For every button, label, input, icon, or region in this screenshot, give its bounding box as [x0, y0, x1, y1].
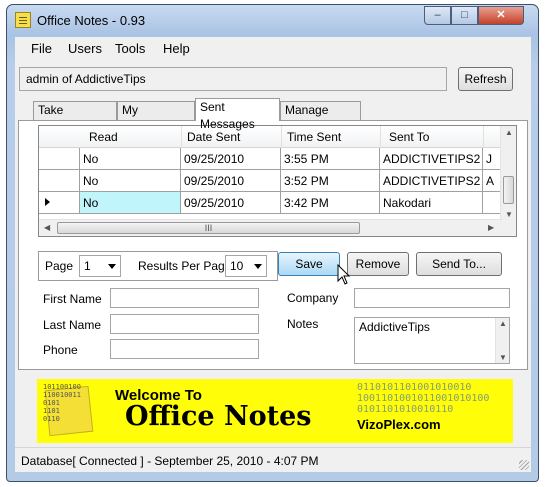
- phone-label: Phone: [43, 343, 78, 357]
- minimize-button[interactable]: –: [424, 6, 451, 25]
- page-select[interactable]: 1: [79, 255, 121, 277]
- phone-field[interactable]: [110, 339, 259, 359]
- last-name-label: Last Name: [43, 318, 102, 332]
- cell-date[interactable]: 09/25/2010: [181, 148, 281, 170]
- scroll-up-icon[interactable]: ▲: [505, 128, 513, 137]
- column-read[interactable]: Read: [89, 130, 118, 144]
- cell-date[interactable]: 09/25/2010: [181, 170, 281, 192]
- tab-manage-users[interactable]: Manage Users: [280, 101, 361, 134]
- menu-tools[interactable]: Tools: [115, 41, 145, 56]
- current-user-field: admin of AddictiveTips: [19, 67, 447, 91]
- table-row[interactable]: No 09/25/2010 3:55 PM ADDICTIVETIPS2 J: [39, 148, 503, 170]
- client-area: File Users Tools Help admin of Addictive…: [15, 37, 531, 472]
- status-bar: Database[ Connected ] - September 25, 20…: [15, 447, 531, 472]
- banner-binary-text: 101100100 110010011 0101 1101 0110: [43, 383, 81, 423]
- menu-bar: File Users Tools Help: [15, 37, 531, 59]
- mouse-pointer-icon: [337, 264, 351, 285]
- cell-sent-to[interactable]: Nakodari: [380, 192, 483, 214]
- cell-read[interactable]: No: [80, 170, 181, 192]
- banner-url: VizoPlex.com: [357, 417, 441, 432]
- results-per-page-select[interactable]: 10: [225, 255, 267, 277]
- banner-binary-pattern: 0110101101001010010 10011010010110010101…: [357, 382, 490, 415]
- tab-my-messages[interactable]: My Messages: [117, 101, 195, 134]
- column-time-sent[interactable]: Time Sent: [287, 130, 341, 144]
- app-window: Office Notes - 0.93 – □ ✕ File Users Too…: [6, 4, 539, 482]
- row-header[interactable]: [39, 192, 80, 214]
- close-button[interactable]: ✕: [478, 6, 524, 25]
- notes-value: AddictiveTips: [359, 320, 430, 334]
- notes-field[interactable]: AddictiveTips ▲ ▼: [354, 317, 510, 364]
- chevron-down-icon[interactable]: [254, 264, 262, 269]
- scroll-up-icon[interactable]: ▲: [499, 319, 507, 328]
- scroll-left-icon[interactable]: ◀: [44, 223, 50, 232]
- cell-read[interactable]: No: [80, 192, 181, 214]
- welcome-banner: 101100100 110010011 0101 1101 0110 Welco…: [37, 379, 513, 443]
- company-label: Company: [287, 291, 339, 305]
- scroll-down-icon[interactable]: ▼: [499, 353, 507, 362]
- status-text: Database[ Connected ] - September 25, 20…: [21, 454, 319, 468]
- scroll-right-icon[interactable]: ▶: [488, 223, 494, 232]
- notes-scrollbar[interactable]: ▲ ▼: [495, 318, 509, 363]
- scroll-down-icon[interactable]: ▼: [505, 210, 513, 219]
- cell-read[interactable]: No: [80, 148, 181, 170]
- pager-panel: Page 1 Results Per Page 10: [38, 251, 278, 281]
- maximize-button[interactable]: □: [451, 6, 478, 25]
- vertical-scroll-thumb[interactable]: [503, 176, 514, 204]
- cell-date[interactable]: 09/25/2010: [181, 192, 281, 214]
- cell-sent-to[interactable]: ADDICTIVETIPS2: [380, 170, 483, 192]
- menu-users[interactable]: Users: [68, 41, 102, 56]
- tab-sent-messages[interactable]: Sent Messages: [195, 98, 280, 131]
- row-header[interactable]: [39, 148, 80, 170]
- remove-button[interactable]: Remove: [347, 252, 409, 276]
- table-row-selected[interactable]: No 09/25/2010 3:42 PM Nakodari: [39, 192, 503, 214]
- title-bar: Office Notes - 0.93 – □ ✕: [7, 5, 538, 35]
- column-sent-to[interactable]: Sent To: [389, 130, 429, 144]
- messages-grid[interactable]: Read Date Sent Time Sent Sent To No 09/2…: [38, 125, 517, 237]
- cell-time[interactable]: 3:42 PM: [281, 192, 380, 214]
- window-title: Office Notes - 0.93: [37, 13, 146, 28]
- current-row-arrow-icon: [45, 198, 50, 206]
- results-per-page-label: Results Per Page: [138, 259, 232, 273]
- results-per-page-value: 10: [230, 259, 244, 273]
- cell-time[interactable]: 3:52 PM: [281, 170, 380, 192]
- save-button[interactable]: Save: [278, 252, 340, 276]
- table-row[interactable]: No 09/25/2010 3:52 PM ADDICTIVETIPS2 A: [39, 170, 503, 192]
- grid-horizontal-scrollbar[interactable]: ◀ III ▶: [39, 219, 502, 236]
- send-to-button[interactable]: Send To...: [416, 252, 502, 276]
- tab-take-message[interactable]: Take Message: [33, 101, 117, 134]
- menu-help[interactable]: Help: [163, 41, 190, 56]
- first-name-field[interactable]: [110, 288, 259, 308]
- grid-vertical-scrollbar[interactable]: ▲ ▼: [500, 126, 516, 236]
- banner-brand: Office Notes: [125, 401, 312, 432]
- grid-header: Read Date Sent Time Sent Sent To: [39, 126, 516, 148]
- resize-grip-icon[interactable]: [519, 460, 529, 470]
- cell-sent-to[interactable]: ADDICTIVETIPS2: [380, 148, 483, 170]
- notes-label: Notes: [287, 317, 319, 331]
- chevron-down-icon[interactable]: [108, 264, 116, 269]
- page-select-value: 1: [84, 259, 91, 273]
- row-header[interactable]: [39, 170, 80, 192]
- notepad-icon: [15, 12, 31, 28]
- refresh-button[interactable]: Refresh: [458, 67, 513, 91]
- page-label: Page: [45, 259, 74, 273]
- last-name-field[interactable]: [110, 314, 259, 334]
- company-field[interactable]: [354, 288, 510, 308]
- menu-file[interactable]: File: [31, 41, 52, 56]
- cell-time[interactable]: 3:55 PM: [281, 148, 380, 170]
- first-name-label: First Name: [43, 292, 102, 306]
- horizontal-scroll-thumb[interactable]: III: [57, 222, 360, 234]
